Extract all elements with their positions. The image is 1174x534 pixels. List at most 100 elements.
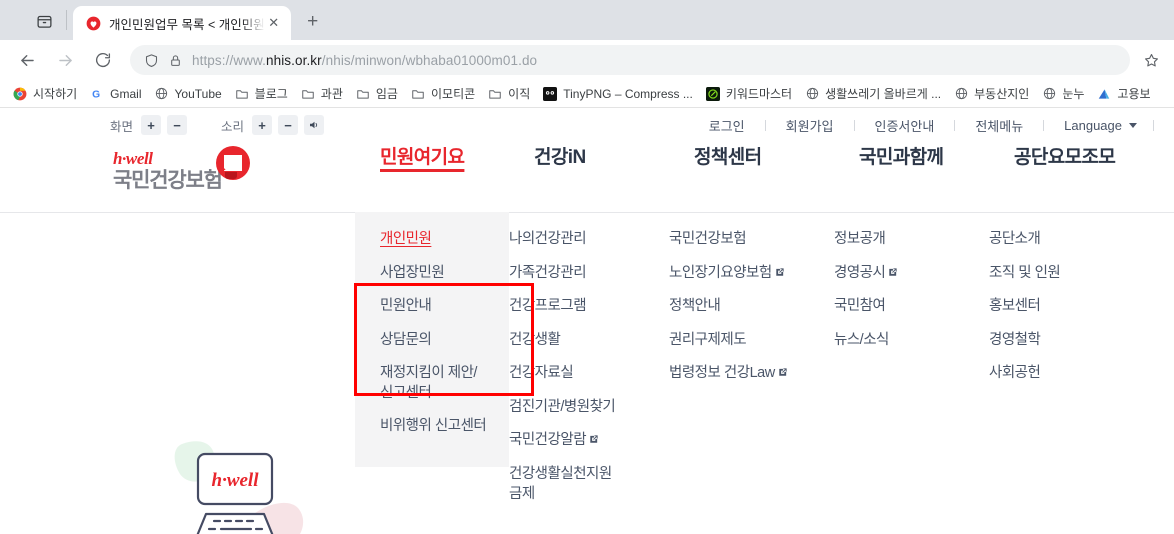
bookmark-star-icon[interactable] — [1136, 45, 1166, 75]
browser-toolbar: https://www.nhis.or.kr/nhis/minwon/wbhab… — [0, 40, 1174, 80]
bookmark-item[interactable]: 생활쓰레기 올바르게 ... — [798, 82, 947, 105]
bookmark-item[interactable]: YouTube — [148, 83, 228, 105]
bookmark-label: 시작하기 — [33, 87, 78, 101]
bookmark-item[interactable]: 시작하기 — [6, 82, 83, 105]
speaker-icon[interactable] — [304, 115, 325, 135]
submenu-health-law-label: 법령정보 건강Law — [669, 365, 775, 382]
menu-column-policy: 국민건강보험 노인장기요양보험 정책안내 권리구제제도 법령정보 건강Law — [669, 212, 834, 518]
bookmark-item[interactable]: G Gmail — [83, 83, 147, 105]
submenu-management-philosophy[interactable]: 경영철학 — [989, 331, 1149, 351]
tab-title: 개인민원업무 목록 < 개인민원 — [109, 17, 265, 32]
submenu-misconduct-report[interactable]: 비위행위 신고센터 — [380, 417, 489, 437]
bookmark-item[interactable]: 이직 — [481, 82, 536, 105]
login-link[interactable]: 로그인 — [689, 116, 765, 135]
nav-item-with-people[interactable]: 국민과함께 — [859, 135, 944, 168]
external-link-icon — [887, 265, 898, 276]
submenu-national-health-insurance[interactable]: 국민건강보험 — [669, 230, 834, 250]
submenu-consultation[interactable]: 상담문의 — [380, 331, 489, 351]
submenu-civil-guide[interactable]: 민원안내 — [380, 297, 489, 317]
submenu-policy-guide[interactable]: 정책안내 — [669, 297, 834, 317]
certificate-guide-link[interactable]: 인증서안내 — [855, 116, 955, 135]
keyword-master-icon — [705, 86, 721, 102]
globe-icon — [154, 86, 170, 102]
mega-menu-columns: 개인민원 사업장민원 민원안내 상담문의 재정지킴이 제안/신고센터 비위행위 … — [355, 212, 1174, 518]
bookmark-item[interactable]: 과관 — [294, 82, 349, 105]
submenu-organization[interactable]: 조직 및 인원 — [989, 264, 1149, 284]
submenu-business-civil[interactable]: 사업장민원 — [380, 264, 489, 284]
logo-hwell-text: h·well — [113, 149, 153, 168]
tab-search-icon[interactable] — [30, 7, 58, 35]
submenu-healthy-life-support[interactable]: 건강생활실천지원금제 — [509, 465, 621, 504]
language-selector[interactable]: Language — [1044, 118, 1153, 133]
nav-item-minwon[interactable]: 민원여기요 — [380, 135, 465, 168]
bookmark-item[interactable]: 임금 — [349, 82, 404, 105]
submenu-find-hospital[interactable]: 검진기관/병원찾기 — [509, 398, 669, 418]
submenu-social-contribution[interactable]: 사회공헌 — [989, 364, 1149, 384]
submenu-news[interactable]: 뉴스/소식 — [834, 331, 989, 351]
bookmark-label: YouTube — [174, 86, 222, 101]
nav-item-policy-center[interactable]: 정책센터 — [694, 135, 762, 168]
sound-decrease-button[interactable]: − — [278, 115, 299, 135]
bookmark-item[interactable]: 키워드마스터 — [699, 82, 798, 105]
bookmark-label: 임금 — [375, 87, 398, 101]
menu-column-with-people: 정보공개 경영공시 국민참여 뉴스/소식 — [834, 212, 989, 518]
browser-tab[interactable]: 개인민원업무 목록 < 개인민원 ✕ — [73, 6, 291, 40]
submenu-healthy-life[interactable]: 건강생활 — [509, 331, 669, 351]
screen-increase-button[interactable]: + — [141, 115, 162, 135]
gmail-g-icon: G — [89, 86, 105, 102]
new-tab-button[interactable]: + — [299, 8, 327, 36]
globe-icon — [804, 86, 820, 102]
sound-increase-button[interactable]: + — [252, 115, 273, 135]
full-menu-link[interactable]: 전체메뉴 — [955, 116, 1043, 135]
url-domain: nhis.or.kr — [265, 52, 322, 68]
submenu-health-alarm[interactable]: 국민건강알람 — [509, 431, 669, 451]
submenu-rights-relief[interactable]: 권리구제제도 — [669, 331, 834, 351]
bookmarks-bar: 시작하기 G Gmail YouTube 블로그 과관 임금 이모티콘 이직 T… — [0, 80, 1174, 108]
folder-icon — [355, 86, 371, 102]
back-arrow-icon[interactable] — [12, 45, 42, 75]
signup-link[interactable]: 회원가입 — [766, 116, 854, 135]
submenu-management-disclosure-label: 경영공시 — [834, 264, 886, 281]
submenu-finance-guard-report[interactable]: 재정지킴이 제안/신고센터 — [380, 364, 489, 403]
submenu-about-nhis[interactable]: 공단소개 — [989, 230, 1149, 250]
illustration-screen-text: h·well — [212, 470, 260, 491]
bookmark-item[interactable]: 부동산지인 — [947, 82, 1035, 105]
globe-icon — [953, 86, 969, 102]
globe-icon — [1041, 86, 1057, 102]
submenu-public-participation[interactable]: 국민참여 — [834, 297, 989, 317]
close-icon[interactable]: ✕ — [265, 14, 283, 32]
bookmark-item[interactable]: 이모티콘 — [404, 82, 481, 105]
panda-icon — [542, 86, 558, 102]
nav-item-about-nhis[interactable]: 공단요모조모 — [1014, 135, 1116, 168]
nhis-heart-favicon — [85, 15, 101, 31]
submenu-health-library[interactable]: 건강자료실 — [509, 364, 669, 384]
screen-size-label: 화면 — [110, 119, 134, 134]
submenu-management-disclosure[interactable]: 경영공시 — [834, 264, 989, 284]
submenu-personal-civil[interactable]: 개인민원 — [380, 230, 489, 250]
address-bar[interactable]: https://www.nhis.or.kr/nhis/minwon/wbhab… — [130, 45, 1130, 75]
site-logo[interactable]: h·well 국민건강보험 — [113, 146, 250, 192]
submenu-long-term-care[interactable]: 노인장기요양보험 — [669, 264, 834, 284]
submenu-health-law[interactable]: 법령정보 건강Law — [669, 364, 834, 384]
shield-icon[interactable] — [144, 53, 159, 68]
bookmark-item[interactable]: 눈누 — [1035, 82, 1090, 105]
external-link-icon — [588, 432, 599, 444]
submenu-family-health[interactable]: 가족건강관리 — [509, 264, 669, 284]
bookmark-item[interactable]: 고용보 — [1090, 82, 1156, 105]
nav-item-health-in[interactable]: 건강iN — [534, 135, 586, 168]
reload-icon[interactable] — [88, 45, 118, 75]
submenu-health-program[interactable]: 건강프로그램 — [509, 297, 669, 317]
bookmark-item[interactable]: TinyPNG – Compress ... — [536, 83, 699, 105]
heart-logo-icon — [215, 146, 250, 180]
bookmark-item[interactable]: 블로그 — [228, 82, 294, 105]
forward-arrow-icon[interactable] — [50, 45, 80, 75]
submenu-pr-center[interactable]: 홍보센터 — [989, 297, 1149, 317]
lock-icon[interactable] — [169, 54, 182, 67]
bookmark-label: Gmail — [110, 86, 142, 101]
submenu-information-disclosure[interactable]: 정보공개 — [834, 230, 989, 250]
tab-strip: 개인민원업무 목록 < 개인민원 ✕ + — [0, 0, 1174, 40]
tab-strip-divider — [66, 10, 67, 30]
submenu-my-health[interactable]: 나의건강관리 — [509, 230, 669, 250]
folder-icon — [487, 86, 503, 102]
screen-decrease-button[interactable]: − — [167, 115, 188, 135]
